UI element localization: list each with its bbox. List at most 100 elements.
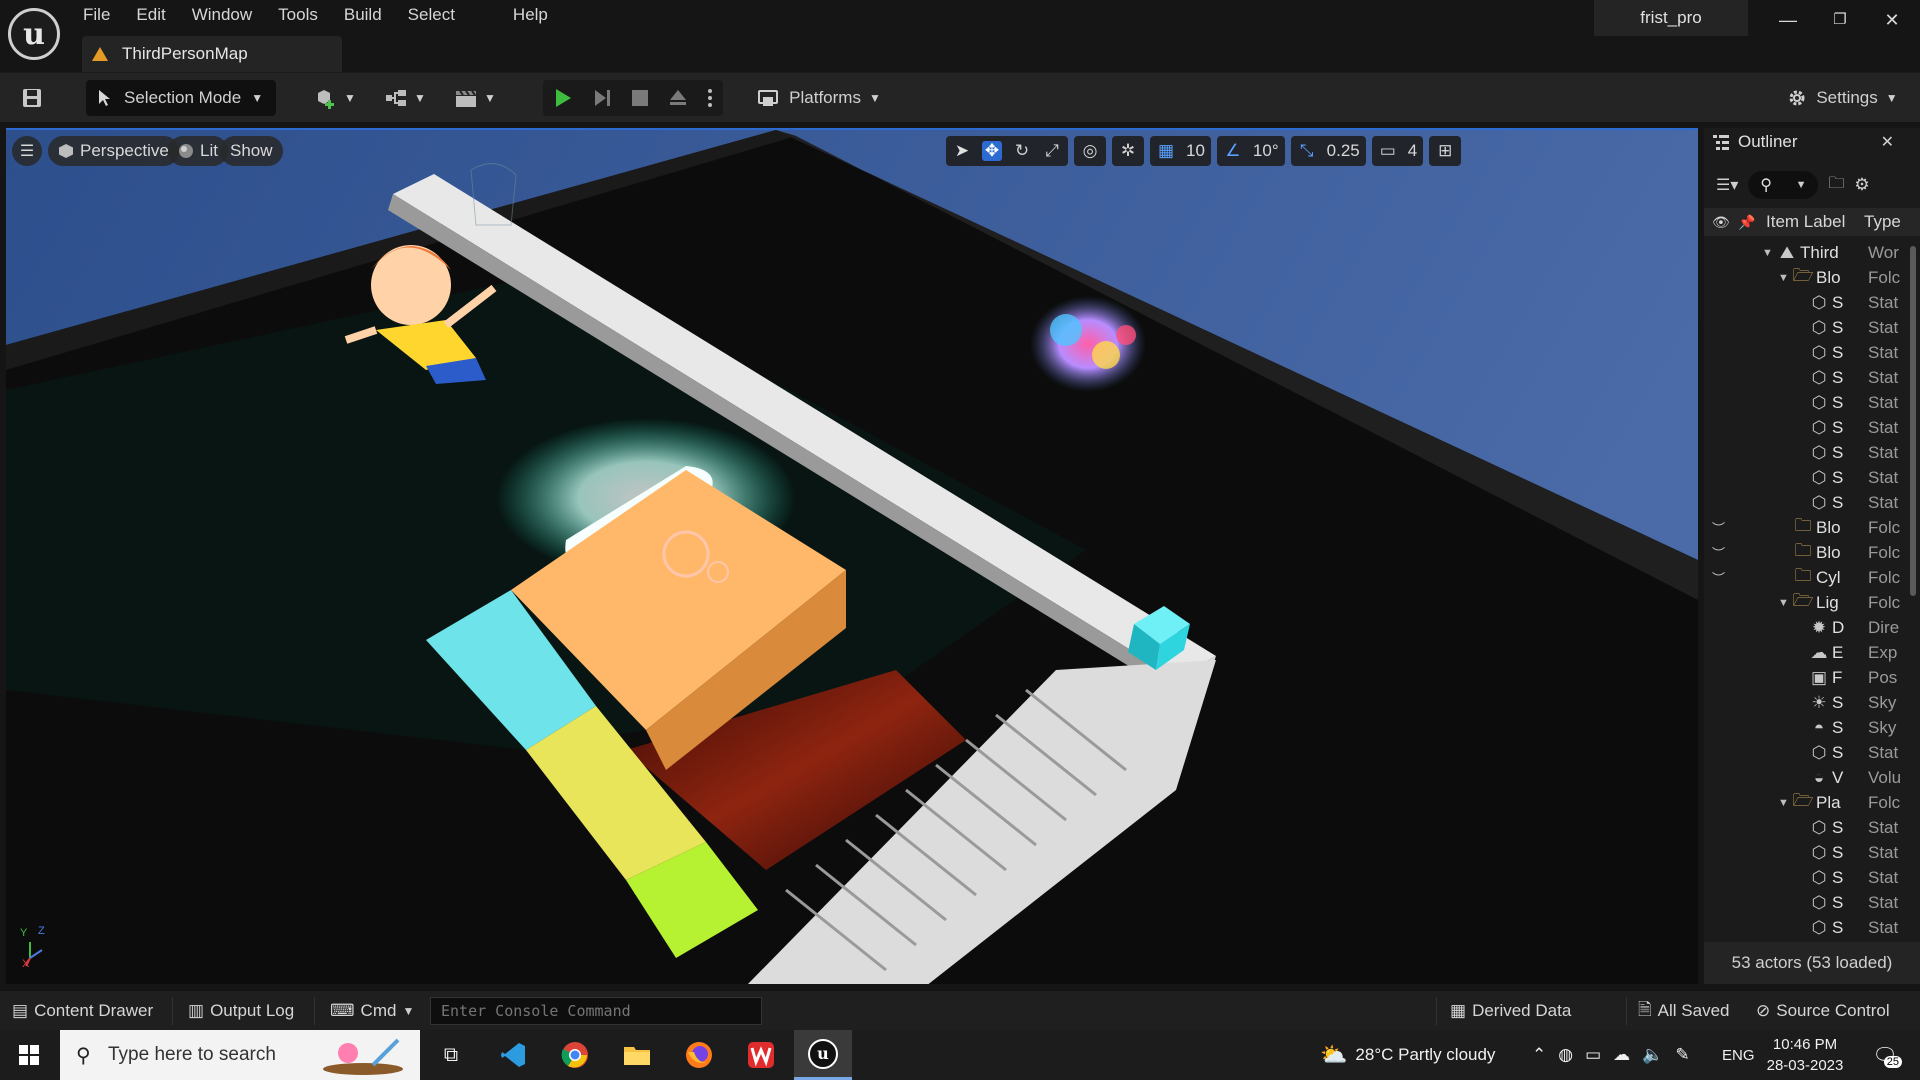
perspective-button[interactable]: Perspective (48, 136, 179, 166)
outliner-row[interactable]: ⬡ S Stat (1704, 340, 1904, 365)
outliner-row[interactable]: ▼ 🗁 Lig Folc (1704, 590, 1904, 615)
notifications-button[interactable]: 🗨 25 (1862, 1030, 1908, 1080)
volume-icon[interactable]: 🔈 (1642, 1045, 1663, 1065)
clock[interactable]: 10:46 PM 28-03-2023 (1762, 1034, 1848, 1076)
translate-tool-icon[interactable]: ✥ (982, 141, 1002, 161)
outliner-search[interactable]: ⚲ ▼ (1748, 171, 1819, 199)
menu-build[interactable]: Build (331, 0, 395, 30)
scene-render[interactable] (6, 130, 1698, 984)
visibility-column-icon[interactable]: 👁 (1712, 214, 1730, 231)
add-actor-button[interactable]: ▼ (310, 80, 360, 116)
show-button[interactable]: Show (220, 136, 283, 166)
vscode-app[interactable] (484, 1030, 542, 1080)
expand-arrow-icon[interactable]: ▼ (1762, 247, 1773, 259)
source-control-button[interactable]: ⊘ Source Control (1756, 991, 1890, 1031)
cinematics-button[interactable]: ▼ (450, 80, 500, 116)
outliner-row[interactable]: ✹ D Dire (1704, 615, 1904, 640)
expand-arrow-icon[interactable]: ▼ (1778, 272, 1789, 284)
derived-data-button[interactable]: ▦ Derived Data (1450, 991, 1571, 1031)
outliner-row[interactable]: ⬡ S Stat (1704, 390, 1904, 415)
outliner-row[interactable]: ⬡ S Stat (1704, 440, 1904, 465)
outliner-row[interactable]: ▣ F Pos (1704, 665, 1904, 690)
viewport-options-button[interactable]: ☰ (12, 136, 42, 166)
more-options-icon[interactable] (707, 87, 713, 109)
outliner-row[interactable]: ⬡ S Stat (1704, 865, 1904, 890)
close-window-button[interactable]: ✕ (1866, 0, 1918, 40)
close-icon[interactable]: ✕ (1881, 132, 1894, 152)
outliner-row[interactable]: ⬡ S Stat (1704, 740, 1904, 765)
content-drawer-button[interactable]: ▤ Content Drawer (12, 991, 153, 1031)
cmd-dropdown[interactable]: ⌨ Cmd ▼ (330, 991, 414, 1031)
outliner-row[interactable]: ▼ ⛰ Third Wor (1704, 240, 1904, 265)
firefox-app[interactable] (670, 1030, 728, 1080)
skip-frame-icon[interactable] (592, 87, 612, 109)
save-button[interactable] (14, 80, 50, 116)
settings-dropdown[interactable]: Settings ▼ (1782, 80, 1902, 116)
outliner-row[interactable]: ⬡ S Stat (1704, 840, 1904, 865)
battery-icon[interactable]: ▭ (1585, 1045, 1601, 1065)
hidden-eye-icon[interactable]: ︶ (1712, 518, 1732, 537)
filter-icon[interactable]: ☰▾ (1716, 175, 1738, 195)
weather-widget[interactable]: ⛅ 28°C Partly cloudy (1320, 1030, 1495, 1080)
all-saved-button[interactable]: 🗎 All Saved (1638, 991, 1730, 1031)
selection-mode-dropdown[interactable]: Selection Mode ▼ (86, 80, 276, 116)
camera-speed-button[interactable]: ▭ 4 (1371, 136, 1424, 166)
outliner-row[interactable]: ︶ 🗀 Blo Folc (1704, 515, 1904, 540)
pen-icon[interactable]: ✎ (1675, 1045, 1689, 1065)
hidden-eye-icon[interactable]: ︶ (1712, 543, 1732, 562)
outliner-row[interactable]: ︶ 🗀 Cyl Folc (1704, 565, 1904, 590)
taskbar-search[interactable]: ⚲ Type here to search (60, 1030, 420, 1080)
menu-edit[interactable]: Edit (123, 0, 178, 30)
outliner-row[interactable]: ▼ 🗁 Pla Folc (1704, 790, 1904, 815)
chrome-app[interactable] (546, 1030, 604, 1080)
type-column[interactable]: Type (1864, 212, 1901, 232)
outliner-row[interactable]: ⬡ S Stat (1704, 365, 1904, 390)
outliner-row[interactable]: ☁ E Exp (1704, 640, 1904, 665)
add-folder-icon[interactable]: 🗀 (1828, 172, 1844, 199)
blueprints-button[interactable]: ▼ (380, 80, 430, 116)
outliner-row[interactable]: ⬡ S Stat (1704, 915, 1904, 940)
expand-arrow-icon[interactable]: ▼ (1778, 797, 1789, 809)
network-globe-icon[interactable]: ◍ (1558, 1045, 1573, 1065)
file-explorer-app[interactable] (608, 1030, 666, 1080)
menu-tools[interactable]: Tools (265, 0, 331, 30)
expand-arrow-icon[interactable]: ▼ (1778, 597, 1789, 609)
surface-snapping[interactable]: ✲ (1112, 136, 1144, 166)
menu-window[interactable]: Window (179, 0, 265, 30)
platforms-dropdown[interactable]: Platforms ▼ (752, 80, 886, 116)
outliner-row[interactable]: ◒ V Volu (1704, 765, 1904, 790)
coordinate-system[interactable]: ◎ (1074, 136, 1106, 166)
scale-tool-icon[interactable]: ⤢ (1042, 141, 1062, 161)
level-tab[interactable]: ThirdPersonMap (82, 36, 342, 72)
play-icon[interactable] (553, 87, 573, 109)
tray-expand-icon[interactable]: ⌃ (1532, 1045, 1546, 1065)
minimize-button[interactable]: — (1762, 0, 1814, 40)
viewport-layout-button[interactable]: ⊞ (1429, 136, 1462, 166)
gear-icon[interactable]: ⚙ (1854, 175, 1869, 195)
outliner-row[interactable]: ⬡ S Stat (1704, 290, 1904, 315)
task-view-button[interactable]: ⧉ (422, 1030, 480, 1080)
outliner-row[interactable]: ◓ S Sky (1704, 715, 1904, 740)
pin-column-icon[interactable]: 📌 (1738, 214, 1755, 231)
wps-office-app[interactable] (732, 1030, 790, 1080)
grid-snap-toggle[interactable]: ▦ 10 (1150, 136, 1211, 166)
lit-button[interactable]: Lit (168, 136, 228, 166)
eject-icon[interactable] (668, 88, 688, 108)
output-log-button[interactable]: ▥ Output Log (188, 991, 294, 1031)
outliner-row[interactable]: ⬡ S Stat (1704, 490, 1904, 515)
select-tool-icon[interactable]: ➤ (952, 141, 972, 161)
outliner-row[interactable]: ︶ 🗀 Blo Folc (1704, 540, 1904, 565)
outliner-row[interactable]: ⬡ S Stat (1704, 890, 1904, 915)
rotate-tool-icon[interactable]: ↻ (1012, 141, 1032, 161)
item-label-column[interactable]: Item Label (1766, 212, 1845, 232)
restore-button[interactable]: ❐ (1814, 0, 1866, 40)
onedrive-cloud-icon[interactable]: ☁ (1613, 1045, 1630, 1065)
outliner-row[interactable]: ☀ S Sky (1704, 690, 1904, 715)
unreal-editor-app[interactable]: u (794, 1030, 852, 1080)
scale-snap-toggle[interactable]: ⤡ 0.25 (1290, 136, 1366, 166)
menu-file[interactable]: File (70, 0, 123, 30)
outliner-row[interactable]: ▼ 🗁 Blo Folc (1704, 265, 1904, 290)
level-viewport[interactable]: ☰ Perspective Lit Show ➤ ✥ ↻ ⤢ ◎ ✲ ▦ 10 … (6, 128, 1698, 984)
outliner-row[interactable]: ⬡ S Stat (1704, 315, 1904, 340)
unreal-logo-icon[interactable]: u (8, 8, 60, 60)
